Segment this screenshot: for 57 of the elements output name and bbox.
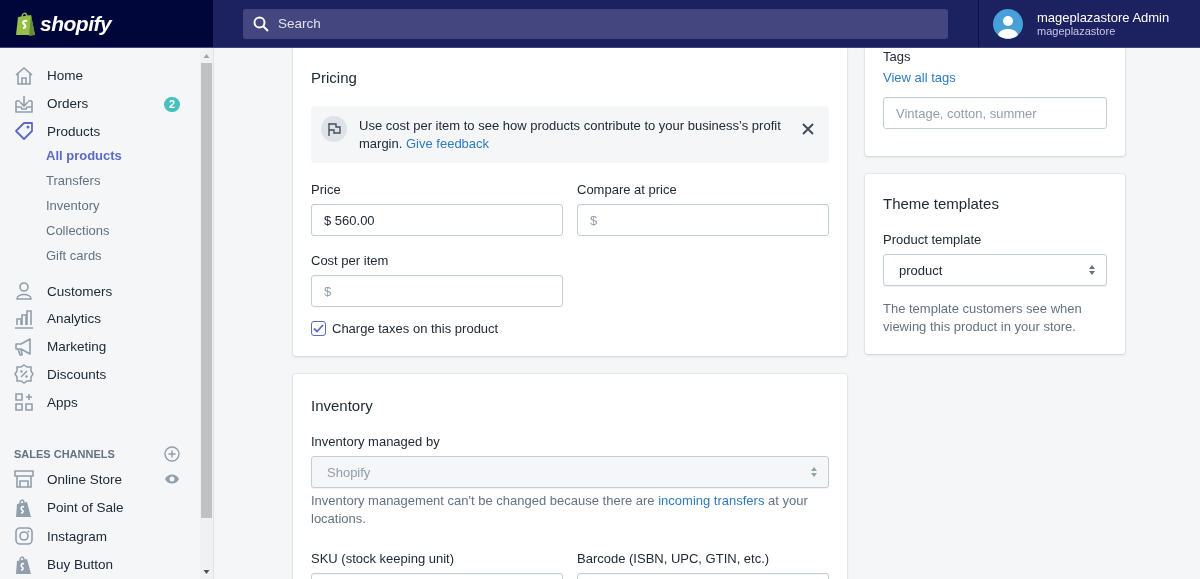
input-field[interactable]: Vintage, cotton, summer bbox=[883, 97, 1107, 129]
nav-item[interactable]: Online Store bbox=[0, 465, 164, 494]
help-text: The template customers see when viewing this product in your store. bbox=[883, 300, 1083, 336]
sort-arrows-icon bbox=[810, 466, 818, 478]
close-icon[interactable] bbox=[801, 122, 815, 136]
shopping-bag-icon bbox=[14, 10, 36, 37]
input-field[interactable]: $ bbox=[311, 275, 563, 307]
sort-arrows-icon bbox=[1088, 264, 1096, 276]
nav-item[interactable]: Instagram bbox=[0, 522, 200, 551]
nav-item[interactable]: Products bbox=[0, 117, 200, 146]
field-label: Barcode (ISBN, UPC, GTIN, etc.) bbox=[577, 550, 771, 568]
nav-item[interactable]: Buy Button bbox=[0, 550, 200, 579]
field-label: SKU (stock keeping unit) bbox=[311, 550, 456, 568]
store-name: mageplazastore bbox=[1037, 24, 1116, 38]
nav-item[interactable]: Analytics bbox=[0, 305, 200, 333]
field-label: Inventory managed by bbox=[311, 433, 441, 451]
card-title: Pricing bbox=[311, 68, 358, 88]
flag-icon bbox=[321, 116, 347, 142]
field-label: Tags bbox=[883, 48, 912, 66]
logo-text: shopify bbox=[40, 11, 112, 36]
scrollbar-drawing[interactable] bbox=[200, 48, 213, 579]
select-field[interactable]: product bbox=[883, 254, 1107, 286]
notice-text: Use cost per item to see how products contribute to your business’s profit margin. Give feedback bbox=[359, 117, 782, 153]
card-title: Inventory bbox=[311, 396, 374, 416]
nav-subitem[interactable]: Transfers bbox=[0, 168, 200, 194]
nav-item[interactable]: Orders 2 bbox=[0, 89, 200, 118]
checkbox[interactable] bbox=[311, 321, 326, 336]
nav-item[interactable]: Point of Sale bbox=[0, 493, 200, 522]
field-label: Price bbox=[311, 181, 342, 199]
feedback-link[interactable]: Give feedback bbox=[405, 136, 490, 151]
checkbox-label[interactable]: Charge taxes on this product bbox=[332, 321, 499, 336]
user-name: mageplazastore Admin bbox=[1037, 9, 1170, 25]
field-label: Cost per item bbox=[311, 252, 390, 270]
add-icon[interactable] bbox=[164, 446, 180, 462]
nav-subitem[interactable]: Gift cards bbox=[0, 243, 200, 269]
field-label: Compare at price bbox=[577, 181, 678, 199]
nav-item[interactable]: Discounts bbox=[0, 360, 200, 389]
help-text: Inventory management can't be changed because there are incoming transfers at your locations. bbox=[311, 492, 809, 528]
field-label: Product template bbox=[883, 231, 983, 249]
count-badge: 2 bbox=[164, 96, 180, 112]
nav-subitem[interactable]: Collections bbox=[0, 218, 200, 244]
nav-item[interactable]: Marketing bbox=[0, 332, 200, 361]
input-field[interactable]: $ 560.00 bbox=[311, 204, 563, 236]
view-tags-link[interactable]: View all tags bbox=[883, 70, 956, 85]
transfers-link[interactable]: incoming transfers bbox=[658, 493, 765, 508]
section-heading: SALES CHANNELS bbox=[14, 448, 115, 460]
eye-icon[interactable] bbox=[164, 473, 180, 486]
nav-item[interactable]: Home bbox=[0, 62, 200, 90]
nav-item[interactable]: Apps bbox=[0, 388, 200, 416]
card-title: Theme templates bbox=[883, 194, 1000, 214]
search-field[interactable]: Search bbox=[243, 8, 948, 39]
nav-subitem[interactable]: All products bbox=[0, 143, 200, 169]
nav-item[interactable]: Customers bbox=[0, 277, 200, 305]
search-icon bbox=[253, 15, 269, 32]
input-field[interactable]: $ bbox=[577, 204, 829, 236]
avatar-icon[interactable] bbox=[993, 8, 1023, 39]
nav-subitem[interactable]: Inventory bbox=[0, 193, 200, 219]
